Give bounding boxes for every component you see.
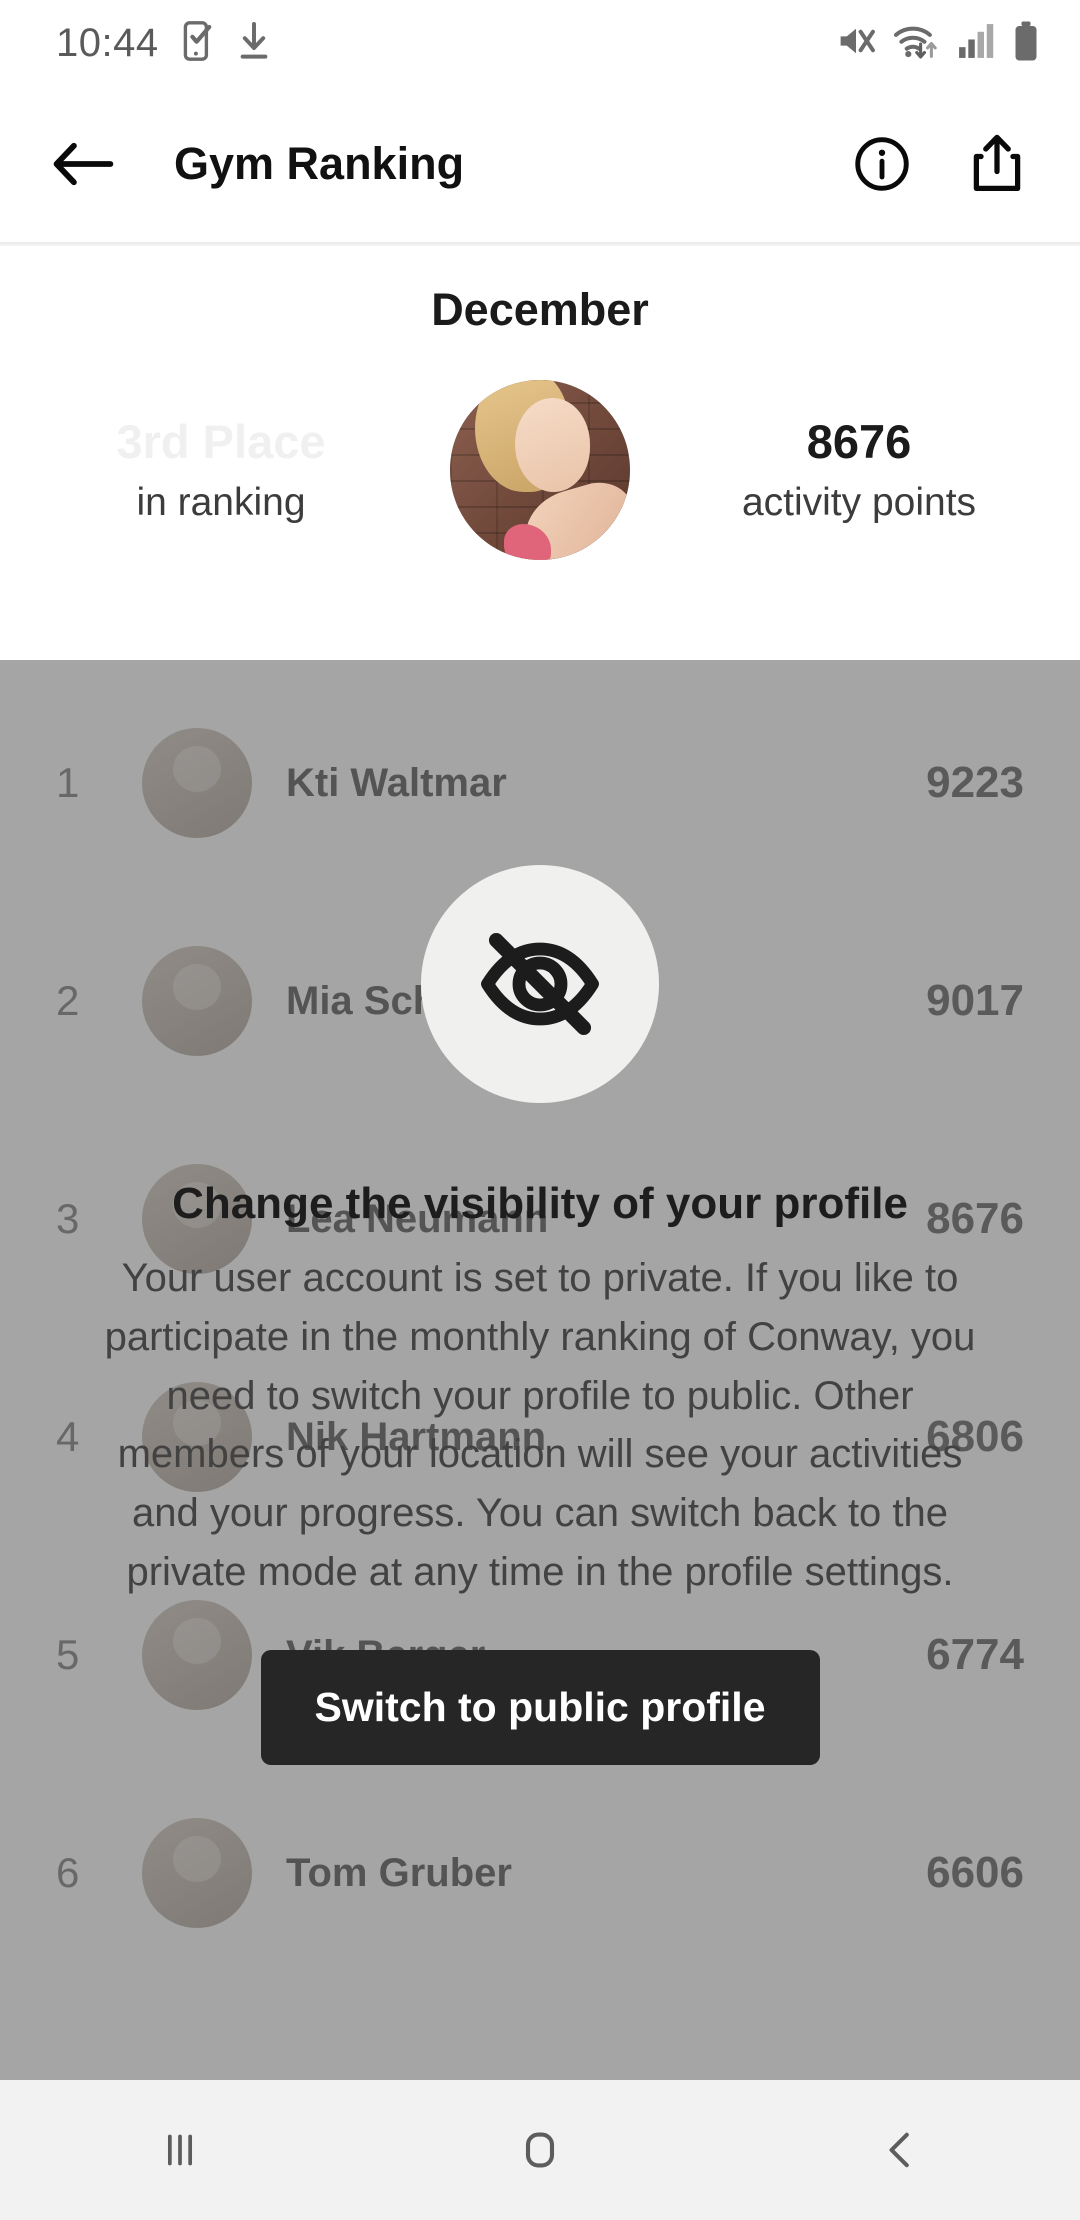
status-bar: 10:44 xyxy=(0,0,1080,86)
phone-check-icon xyxy=(181,20,215,67)
place-value: 3rd Place xyxy=(116,414,326,468)
header-actions xyxy=(854,134,1024,194)
app-header: Gym Ranking xyxy=(0,86,1080,242)
recents-icon[interactable] xyxy=(100,2100,260,2200)
back-arrow-icon[interactable] xyxy=(52,139,114,189)
summary-card: December 3rd Place in ranking 8676 activ… xyxy=(0,246,1080,652)
avatar xyxy=(450,380,630,560)
summary-row: 3rd Place in ranking 8676 activity point… xyxy=(0,380,1080,560)
battery-icon xyxy=(1012,20,1040,67)
eye-off-icon xyxy=(421,865,659,1103)
points-stat: 8676 activity points xyxy=(694,415,1024,525)
status-bar-left: 10:44 xyxy=(56,20,271,67)
points-label: activity points xyxy=(741,481,977,525)
android-nav-bar xyxy=(0,2080,1080,2220)
points-value: 8676 xyxy=(806,414,912,468)
share-icon[interactable] xyxy=(970,134,1024,194)
status-clock: 10:44 xyxy=(56,20,159,65)
modal-body-text: Your user account is set to private. If … xyxy=(104,1256,976,1594)
ranking-stat: 3rd Place in ranking xyxy=(56,415,386,525)
mute-icon xyxy=(836,21,876,66)
info-icon[interactable] xyxy=(854,136,910,192)
avatar-face xyxy=(514,398,591,492)
page-title: Gym Ranking xyxy=(174,138,465,189)
home-icon[interactable] xyxy=(460,2100,620,2200)
switch-to-public-profile-button[interactable]: Switch to public profile xyxy=(260,1649,820,1765)
download-icon xyxy=(237,21,271,66)
place-label: in ranking xyxy=(136,481,306,525)
month-label: December xyxy=(431,284,649,335)
status-bar-right xyxy=(836,20,1040,67)
wifi-icon xyxy=(892,21,940,66)
visibility-modal-overlay[interactable]: Change the visibility of your profile Yo… xyxy=(0,660,1080,2080)
nav-back-icon[interactable] xyxy=(820,2100,980,2200)
cellular-signal-icon xyxy=(956,21,996,66)
modal-title: Change the visibility of your profile xyxy=(172,1179,908,1228)
